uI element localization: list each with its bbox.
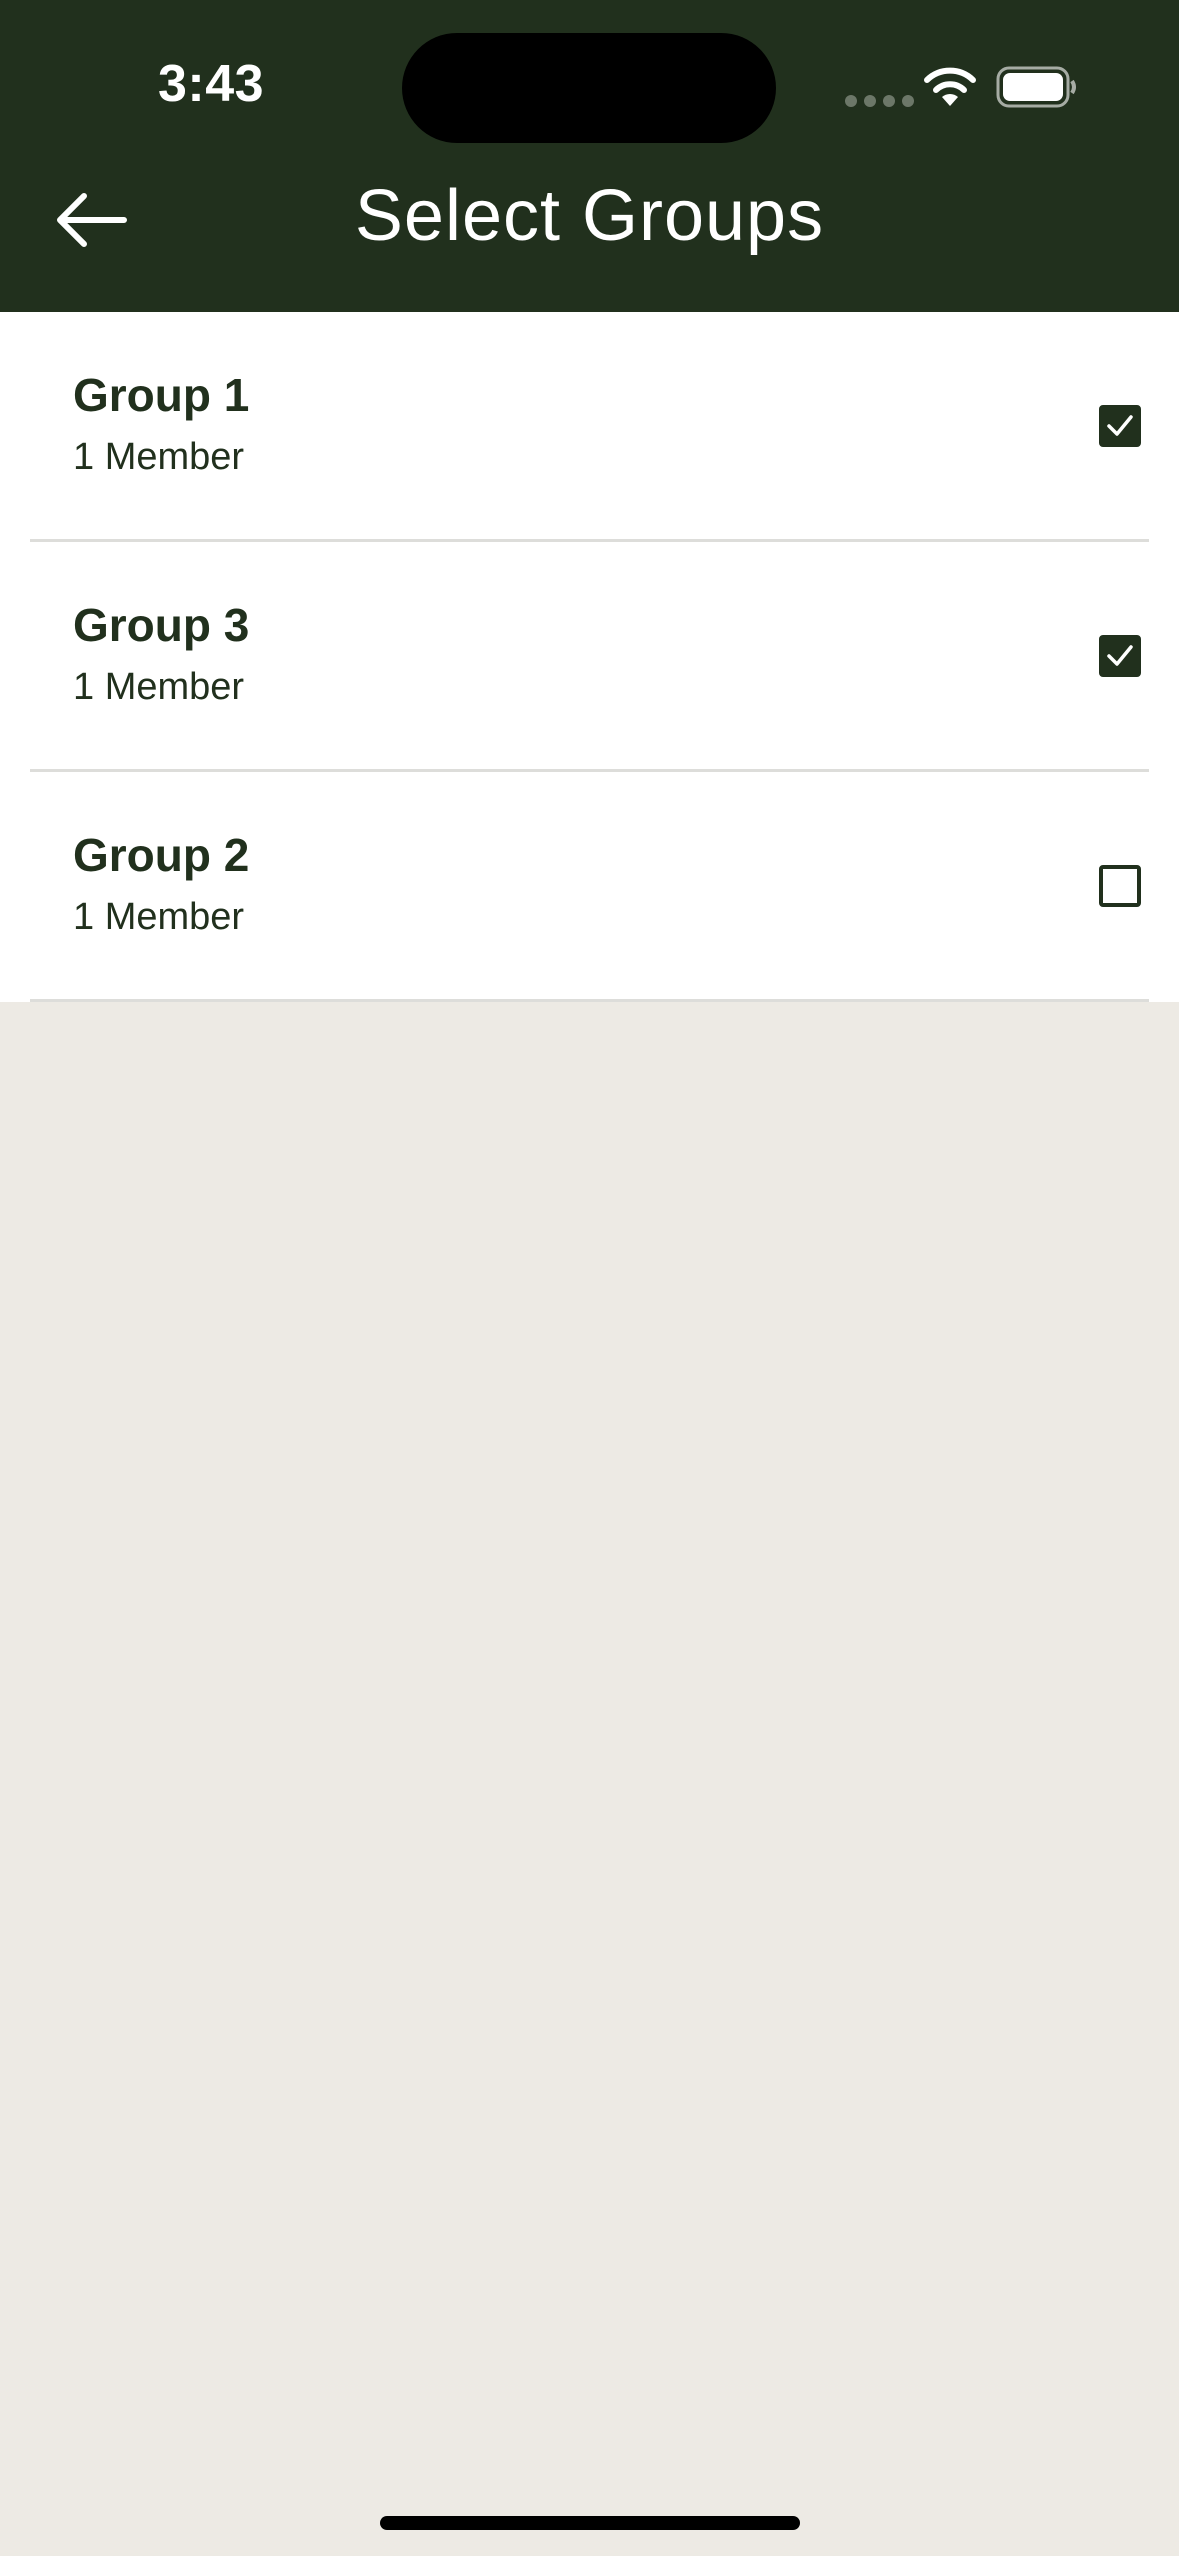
battery-icon (996, 66, 1076, 108)
dynamic-island (402, 33, 776, 143)
checkmark-icon (1107, 415, 1133, 436)
group-name: Group 2 (73, 829, 250, 881)
home-indicator (380, 2516, 800, 2530)
group-checkbox[interactable] (1099, 405, 1141, 447)
group-row[interactable]: Group 3 1 Member (0, 542, 1179, 772)
group-name: Group 3 (73, 599, 250, 651)
app-header: 3:43 Select Groups (0, 0, 1179, 312)
group-list: Group 1 1 Member Group 3 1 Member Group … (0, 312, 1179, 1002)
group-name: Group 1 (73, 369, 250, 421)
page-title: Select Groups (354, 176, 825, 256)
group-member-count: 1 Member (73, 666, 245, 708)
checkmark-icon (1107, 645, 1133, 666)
cellular-signal-icon (845, 95, 914, 107)
group-member-count: 1 Member (73, 896, 245, 938)
group-row[interactable]: Group 1 1 Member (0, 312, 1179, 542)
group-checkbox[interactable] (1099, 865, 1141, 907)
group-row[interactable]: Group 2 1 Member (0, 772, 1179, 1002)
wifi-icon (924, 67, 976, 106)
status-time: 3:43 (158, 55, 265, 113)
group-checkbox[interactable] (1099, 635, 1141, 677)
group-member-count: 1 Member (73, 436, 245, 478)
